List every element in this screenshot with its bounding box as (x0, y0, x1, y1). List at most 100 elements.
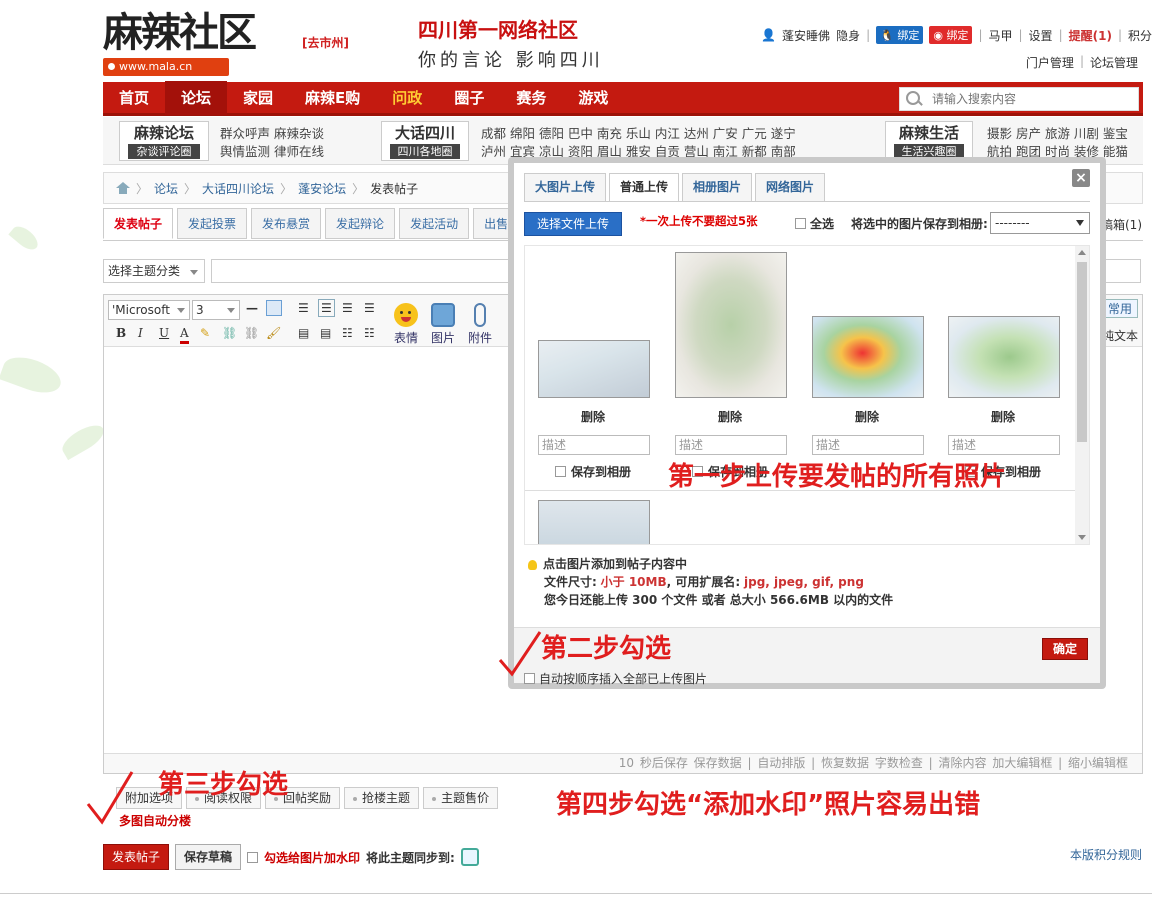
tab-album-images[interactable]: 相册图片 (682, 173, 753, 201)
emoji-button[interactable]: 表情 (394, 303, 418, 346)
uploaded-image-5[interactable] (538, 500, 650, 544)
save-draft-button[interactable]: 保存草稿 (175, 844, 242, 870)
desc-input-2[interactable]: 描述 (675, 435, 787, 455)
font-size-select[interactable]: 3 (192, 300, 240, 320)
align-center-icon[interactable]: ☰ (342, 300, 353, 316)
align-justify-icon[interactable]: ☰ (318, 299, 335, 317)
tab-reward[interactable]: 发布悬赏 (251, 208, 322, 239)
image-icon (431, 303, 455, 327)
home-icon[interactable] (116, 182, 130, 194)
bold-icon[interactable]: B (116, 325, 126, 341)
crumb-forum[interactable]: 论坛 (154, 180, 178, 197)
topic-price-button[interactable]: 主题售价 (423, 787, 499, 809)
settings-link[interactable]: 设置 (1029, 27, 1053, 44)
uploaded-image-1[interactable] (538, 340, 650, 398)
delete-image-2[interactable]: 删除 (718, 408, 742, 425)
unordered-list-icon[interactable]: ☷ (364, 325, 375, 341)
select-file-upload-button[interactable]: 选择文件上传 (524, 212, 623, 236)
uploaded-image-2[interactable] (675, 252, 787, 398)
credit-rule-link[interactable]: 本版积分规则 (1070, 846, 1142, 863)
format-brush-icon[interactable]: 🖌 (266, 325, 281, 341)
scroll-up-icon[interactable] (1078, 250, 1086, 255)
delete-image-1[interactable]: 删除 (581, 408, 605, 425)
nav-item-home[interactable]: 首页 (103, 81, 165, 115)
tab-debate[interactable]: 发起辩论 (325, 208, 396, 239)
ordered-list-icon[interactable]: ☷ (342, 325, 353, 341)
uploaded-image-4[interactable] (948, 316, 1060, 398)
crumb-sichuan[interactable]: 大话四川论坛 (202, 180, 274, 197)
topic-type-select[interactable]: 选择主题分类 (103, 259, 205, 283)
plaintext-toggle[interactable]: 纯文本 (1102, 327, 1138, 344)
annotation-step4: 第四步勾选“添加水印”照片容易出错 (556, 790, 981, 820)
common-button[interactable]: 常用 (1101, 299, 1138, 318)
align-right-icon[interactable]: ☰ (364, 300, 375, 316)
uploaded-image-3[interactable] (812, 316, 924, 398)
nav-item-forum[interactable]: 论坛 (165, 80, 228, 115)
nav-item-events[interactable]: 赛务 (500, 81, 562, 115)
watermark-checkbox[interactable] (247, 851, 259, 863)
circle-sichuan[interactable]: 大话四川 四川各地圈 (381, 121, 469, 161)
confirm-button[interactable]: 确定 (1041, 638, 1088, 660)
circle-life[interactable]: 麻辣生活 生活兴趣圈 (885, 121, 973, 161)
weibo-bind-button[interactable]: ◉ 绑定 (929, 26, 973, 44)
image-button[interactable]: 图片 (431, 303, 455, 346)
desc-input-3[interactable]: 描述 (812, 435, 924, 455)
select-all-checkbox[interactable] (795, 218, 806, 229)
credits-link[interactable]: 积分 (1128, 27, 1152, 44)
tab-new-post[interactable]: 发表帖子 (103, 208, 174, 239)
link-icon[interactable]: ⛓ (222, 325, 237, 341)
save-album-option-1[interactable]: 保存到相册 (555, 463, 631, 480)
tab-normal-upload[interactable]: 普通上传 (609, 173, 680, 202)
select-all-option[interactable]: 全选 (795, 215, 834, 232)
mala-forum-links[interactable]: 群众呼声 麻辣杂谈 舆情监测 律师在线 (220, 125, 324, 161)
align-left-icon[interactable]: ☰ (298, 300, 309, 316)
tab-poll[interactable]: 发起投票 (177, 208, 248, 239)
submit-post-button[interactable]: 发表帖子 (103, 844, 170, 870)
nav-item-circles[interactable]: 圈子 (438, 81, 500, 115)
life-links[interactable]: 摄影 房产 旅游 川剧 鉴宝 航拍 跑团 时尚 装修 能猫 (987, 125, 1128, 161)
desc-input-4[interactable]: 描述 (948, 435, 1060, 455)
tab-large-upload[interactable]: 大图片上传 (524, 173, 607, 201)
auto-insert-option[interactable]: 自动按顺序插入全部已上传图片 (524, 670, 707, 687)
portal-manage-link[interactable]: 门户管理 (1026, 54, 1074, 71)
table-button[interactable] (266, 300, 282, 316)
circle-mala-forum[interactable]: 麻辣论坛 杂谈评论圈 (119, 121, 209, 161)
italic-icon[interactable]: I (138, 325, 143, 341)
desc-input-1[interactable]: 描述 (538, 435, 650, 455)
font-family-select[interactable]: 'Microsoft (108, 300, 190, 320)
delete-image-3[interactable]: 删除 (855, 408, 879, 425)
tab-web-images[interactable]: 网络图片 (755, 173, 826, 201)
sync-platform-icon[interactable] (460, 848, 479, 866)
nav-item-ebuy[interactable]: 麻辣E购 (289, 81, 376, 115)
user-name[interactable]: 蓬安睡佛 (782, 27, 830, 44)
hr-button[interactable]: — (246, 300, 258, 316)
invisible-toggle[interactable]: 隐身 (836, 27, 860, 44)
attachment-button[interactable]: 附件 (468, 303, 492, 346)
vest-link[interactable]: 马甲 (988, 27, 1012, 44)
unlink-icon[interactable]: ⛓ (244, 325, 259, 341)
search-icon[interactable] (904, 90, 922, 108)
float-right-icon[interactable]: ▤ (320, 325, 331, 341)
floor-grab-button[interactable]: 抢楼主题 (344, 787, 420, 809)
sichuan-city-links[interactable]: 成都 绵阳 德阳 巴中 南充 乐山 内江 达州 广安 广元 遂宁 泸州 宜宾 凉… (481, 125, 796, 161)
float-left-icon[interactable]: ▤ (298, 325, 309, 341)
search-input[interactable] (932, 92, 1122, 106)
font-color-icon[interactable]: A (180, 325, 189, 344)
logo[interactable]: 麻辣社区 www.mala.cn (103, 10, 273, 78)
nav-item-games[interactable]: 游戏 (562, 81, 624, 115)
delete-image-4[interactable]: 删除 (991, 408, 1015, 425)
crumb-pengan[interactable]: 蓬安论坛 (298, 180, 346, 197)
nav-item-wenzheng[interactable]: 问政 (376, 81, 438, 115)
scroll-down-icon[interactable] (1078, 535, 1086, 540)
close-icon[interactable]: × (1072, 169, 1090, 187)
underline-icon[interactable]: U (159, 325, 169, 341)
city-link[interactable]: [去市州] (302, 34, 349, 51)
forum-manage-link[interactable]: 论坛管理 (1090, 54, 1138, 71)
album-select[interactable]: -------- (990, 212, 1090, 234)
qq-bind-button[interactable]: 🐧 绑定 (876, 26, 924, 44)
nav-item-home-space[interactable]: 家园 (227, 81, 289, 115)
highlight-icon[interactable]: ✎ (200, 325, 210, 341)
image-list-scrollbar[interactable] (1075, 246, 1089, 544)
tab-activity[interactable]: 发起活动 (399, 208, 470, 239)
remind-link[interactable]: 提醒(1) (1069, 27, 1112, 44)
